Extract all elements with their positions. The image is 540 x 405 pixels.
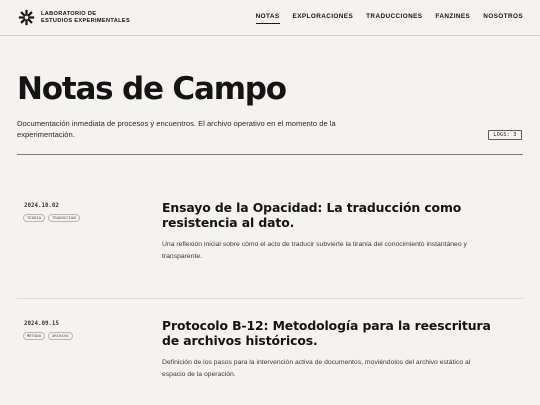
site-header: LABORATORIO DE ESTUDIOS EXPERIMENTALES N… xyxy=(0,0,540,36)
hero-divider xyxy=(17,154,523,155)
tag-badge[interactable]: TEORÍA xyxy=(23,214,46,222)
entry-tags: MÉTODO ARCHIVO xyxy=(23,332,76,340)
page-title: Notas de Campo xyxy=(17,71,287,107)
entry-description: Definición de los pasos para la interven… xyxy=(162,359,471,379)
main-nav: NOTAS EXPLORACIONES TRADUCCIONES FANZINE… xyxy=(243,13,523,24)
page-description: Documentación inmediata de procesos y en… xyxy=(17,119,336,139)
logo-line-2: ESTUDIOS EXPERIMENTALES xyxy=(41,17,131,24)
tag-badge[interactable]: ARCHIVO xyxy=(48,332,73,340)
entry-description: Una reflexión inicial sobre cómo el acto… xyxy=(162,241,467,261)
logs-count-badge: LOGS: 3 xyxy=(488,130,522,140)
nav-item-notas[interactable]: NOTAS xyxy=(255,13,280,24)
nav-item-traducciones[interactable]: TRADUCCIONES xyxy=(366,13,422,20)
nav-item-fanzines[interactable]: FANZINES xyxy=(435,13,470,20)
entry-divider xyxy=(17,298,523,299)
logo-text: LABORATORIO DE ESTUDIOS EXPERIMENTALES xyxy=(41,11,130,24)
entry-title-link[interactable]: Protocolo B-12: Metodología para la rees… xyxy=(162,318,507,348)
logo-line-1: LABORATORIO DE xyxy=(41,10,97,17)
nav-item-exploraciones[interactable]: EXPLORACIONES xyxy=(293,13,354,20)
site-logo[interactable]: LABORATORIO DE ESTUDIOS EXPERIMENTALES xyxy=(18,9,130,26)
entry-title-link[interactable]: Ensayo de la Opacidad: La traducción com… xyxy=(162,200,507,230)
entry-tags: TEORÍA TRADUCCIÓN xyxy=(23,214,83,222)
tag-badge[interactable]: TRADUCCIÓN xyxy=(48,214,80,222)
entry-date: 2024.10.02 xyxy=(24,203,59,209)
entry-date: 2024.09.15 xyxy=(24,321,59,327)
nav-item-nosotros[interactable]: NOSOTROS xyxy=(483,13,523,20)
tag-badge[interactable]: MÉTODO xyxy=(23,332,46,340)
asterisk-logo-icon xyxy=(18,9,35,26)
